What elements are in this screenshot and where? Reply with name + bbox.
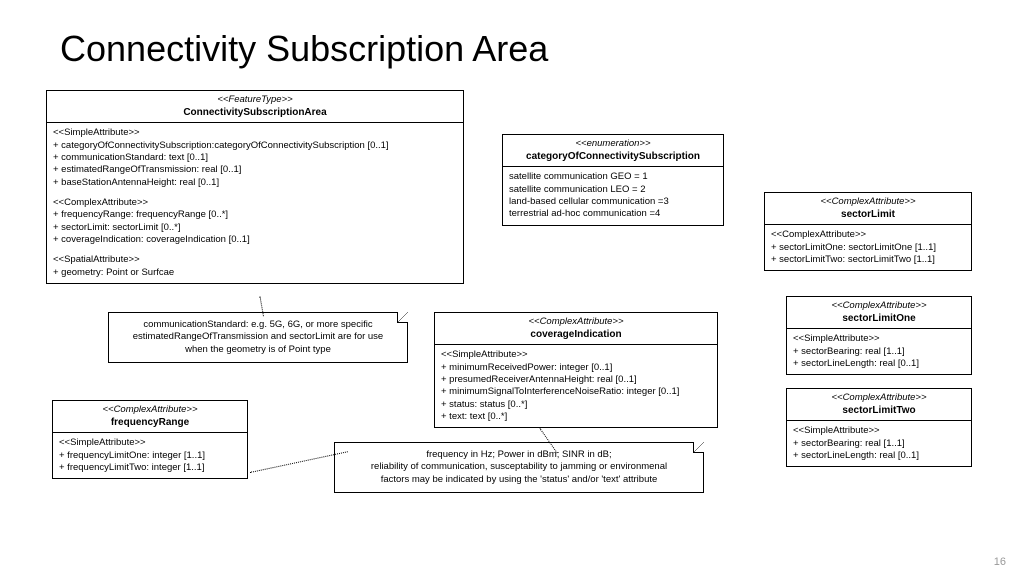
stereotype-label: <<enumeration>> [509,138,717,150]
attribute: + sectorBearing: real [1..1] [793,346,965,358]
page-number: 16 [994,556,1006,568]
uml-class-sector-limit-one: <<ComplexAttribute>> sectorLimitOne <<Si… [786,296,972,375]
attribute: + estimatedRangeOfTransmission: real [0.… [53,164,457,176]
attribute: + status: status [0..*] [441,399,711,411]
enum-literal: satellite communication GEO = 1 [509,171,717,183]
uml-class-sector-limit: <<ComplexAttribute>> sectorLimit <<Compl… [764,192,972,271]
section-header: <<SpatialAttribute>> [53,254,457,266]
uml-class-coverage-indication: <<ComplexAttribute>> coverageIndication … [434,312,718,428]
note-line: factors may be indicated by using the 's… [343,474,695,486]
class-name: sectorLimitOne [793,312,965,325]
attribute: + sectorLineLength: real [0..1] [793,450,965,462]
uml-note-communication-standard: communicationStandard: e.g. 5G, 6G, or m… [108,312,408,363]
uml-class-sector-limit-two: <<ComplexAttribute>> sectorLimitTwo <<Si… [786,388,972,467]
attribute: + sectorLimit: sectorLimit [0..*] [53,222,457,234]
attribute: + text: text [0..*] [441,411,711,423]
enum-literal: satellite communication LEO = 2 [509,184,717,196]
stereotype-label: <<ComplexAttribute>> [793,300,965,312]
class-name: sectorLimitTwo [793,404,965,417]
class-name: ConnectivitySubscriptionArea [53,106,457,119]
attribute: + communicationStandard: text [0..1] [53,152,457,164]
uml-class-frequency-range: <<ComplexAttribute>> frequencyRange <<Si… [52,400,248,479]
attribute: + baseStationAntennaHeight: real [0..1] [53,177,457,189]
stereotype-label: <<ComplexAttribute>> [441,316,711,328]
uml-note-frequency: frequency in Hz; Power in dBm; SINR in d… [334,442,704,493]
attribute: + presumedReceiverAntennaHeight: real [0… [441,374,711,386]
attribute: + categoryOfConnectivitySubscription:cat… [53,140,457,152]
stereotype-label: <<ComplexAttribute>> [793,392,965,404]
section-header: <<ComplexAttribute>> [53,197,457,209]
class-name: sectorLimit [771,208,965,221]
stereotype-label: <<ComplexAttribute>> [771,196,965,208]
attribute: + sectorLineLength: real [0..1] [793,358,965,370]
note-line: estimatedRangeOfTransmission and sectorL… [117,331,399,343]
class-name: categoryOfConnectivitySubscription [509,150,717,163]
stereotype-label: <<ComplexAttribute>> [59,404,241,416]
attribute: + minimumReceivedPower: integer [0..1] [441,362,711,374]
attribute: + geometry: Point or Surfcae [53,267,457,279]
attribute: + coverageIndication: coverageIndication… [53,234,457,246]
section-header: <<SimpleAttribute>> [441,349,711,361]
note-line: reliability of communication, susceptabi… [343,461,695,473]
slide-title: Connectivity Subscription Area [60,28,548,70]
attribute: + sectorLimitTwo: sectorLimitTwo [1..1] [771,254,965,266]
attribute: + sectorBearing: real [1..1] [793,438,965,450]
attribute: + frequencyRange: frequencyRange [0..*] [53,209,457,221]
class-name: coverageIndication [441,328,711,341]
section-header: <<ComplexAttribute>> [771,229,965,241]
section-header: <<SimpleAttribute>> [793,425,965,437]
enum-literal: land-based cellular communication =3 [509,196,717,208]
attribute: + sectorLimitOne: sectorLimitOne [1..1] [771,242,965,254]
uml-class-connectivity-subscription-area: <<FeatureType>> ConnectivitySubscription… [46,90,464,284]
class-name: frequencyRange [59,416,241,429]
stereotype-label: <<FeatureType>> [53,94,457,106]
note-line: when the geometry is of Point type [117,344,399,356]
uml-enum-category: <<enumeration>> categoryOfConnectivitySu… [502,134,724,226]
section-header: <<SimpleAttribute>> [59,437,241,449]
note-line: frequency in Hz; Power in dBm; SINR in d… [343,449,695,461]
section-header: <<SimpleAttribute>> [53,127,457,139]
attribute: + minimumSignalToInterferenceNoiseRatio:… [441,386,711,398]
note-line: communicationStandard: e.g. 5G, 6G, or m… [117,319,399,331]
attribute: + frequencyLimitOne: integer [1..1] [59,450,241,462]
attribute: + frequencyLimitTwo: integer [1..1] [59,462,241,474]
enum-literal: terrestrial ad-hoc communication =4 [509,208,717,220]
section-header: <<SimpleAttribute>> [793,333,965,345]
